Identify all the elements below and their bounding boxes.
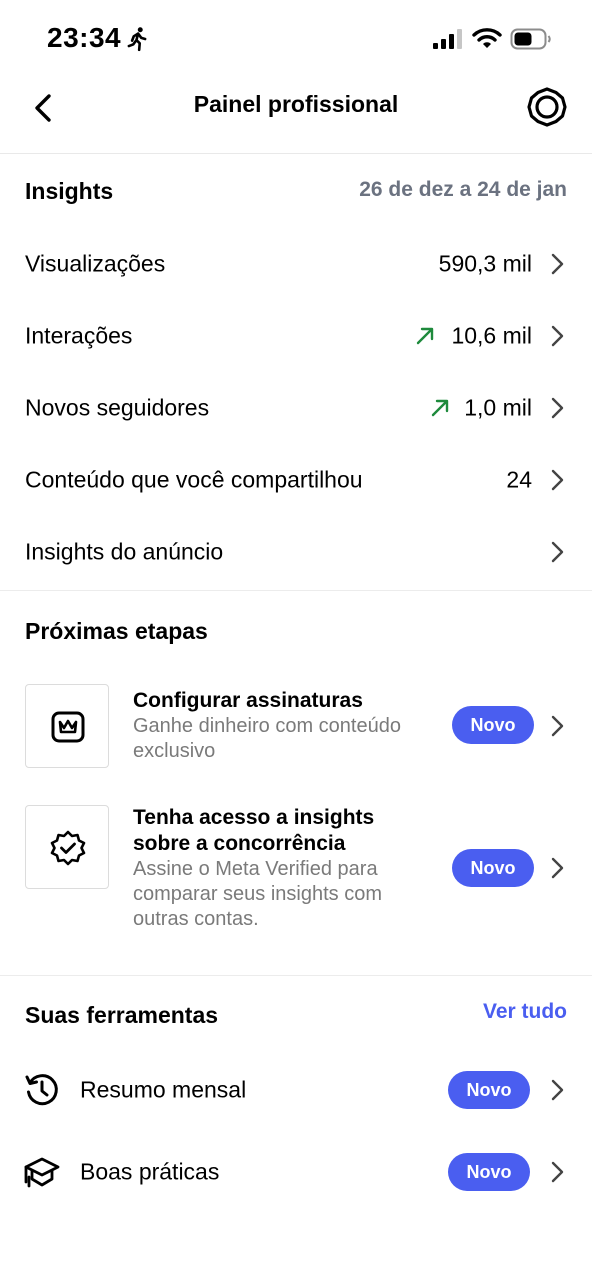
new-badge: Novo	[452, 706, 534, 744]
trend-up-arrow-icon	[431, 399, 449, 417]
date-range: 26 de dez a 24 de jan	[359, 178, 567, 201]
chevron-right-icon	[551, 1079, 564, 1101]
chevron-right-icon	[551, 715, 564, 737]
step-title: Tenha acesso a insights sobre a concorrê…	[133, 806, 375, 855]
insights-section-title: Insights	[25, 178, 114, 204]
verified-badge-icon	[50, 830, 86, 866]
insight-label: Novos seguidores	[25, 394, 210, 421]
insight-value: 590,3 mil	[438, 250, 532, 277]
step-competitor-insights[interactable]: Tenha acesso a insights sobre a concorrê…	[0, 805, 592, 935]
tools-section-title: Suas ferramentas	[25, 1002, 219, 1028]
insight-label: Conteúdo que você compartilhou	[25, 466, 363, 493]
insight-row-interactions[interactable]: Interações 10,6 mil	[0, 306, 592, 366]
insight-label: Insights do anúncio	[25, 538, 224, 565]
chevron-right-icon	[551, 397, 564, 419]
insight-row-ad-insights[interactable]: Insights do anúncio	[0, 522, 592, 582]
insight-row-shared-content[interactable]: Conteúdo que você compartilhou 24	[0, 450, 592, 510]
tool-label: Boas práticas	[80, 1158, 220, 1185]
cellular-signal-icon	[433, 29, 462, 49]
tool-row-monthly-summary[interactable]: Resumo mensal Novo	[0, 1060, 592, 1120]
top-navigation-bar: Painel profissional	[0, 80, 592, 154]
section-divider	[0, 590, 592, 591]
insight-label: Interações	[25, 322, 133, 349]
section-divider	[0, 975, 592, 976]
page-title: Painel profissional	[193, 91, 399, 117]
insight-row-views[interactable]: Visualizações 590,3 mil	[0, 234, 592, 294]
insight-value: 24	[506, 466, 532, 493]
tool-row-best-practices[interactable]: Boas práticas Novo	[0, 1142, 592, 1202]
graduation-cap-icon	[24, 1157, 60, 1188]
status-time: 23:34	[47, 22, 122, 53]
step-configure-subscriptions[interactable]: Configurar assinaturas Ganhe dinheiro co…	[0, 684, 592, 770]
step-icon-box	[25, 805, 109, 889]
step-description: Assine o Meta Verified para comparar seu…	[133, 858, 382, 930]
status-bar: 23:34	[0, 0, 592, 80]
settings-gear-icon[interactable]	[526, 86, 568, 128]
new-badge: Novo	[448, 1153, 530, 1191]
view-all-link[interactable]: Ver tudo	[483, 1000, 567, 1024]
insight-row-new-followers[interactable]: Novos seguidores 1,0 mil	[0, 378, 592, 438]
step-description: Ganhe dinheiro com conteúdo exclusivo	[133, 715, 401, 762]
chevron-right-icon	[551, 541, 564, 563]
step-icon-box	[25, 684, 109, 768]
insight-value: 1,0 mil	[464, 394, 532, 421]
insight-value: 10,6 mil	[451, 322, 532, 349]
chevron-right-icon	[551, 1161, 564, 1183]
chevron-right-icon	[551, 857, 564, 879]
new-badge: Novo	[448, 1071, 530, 1109]
step-title: Configurar assinaturas	[133, 689, 363, 712]
history-icon	[25, 1074, 58, 1106]
new-badge: Novo	[452, 849, 534, 887]
crown-icon	[51, 711, 85, 743]
tool-label: Resumo mensal	[80, 1076, 247, 1103]
battery-icon	[510, 28, 551, 50]
trend-up-arrow-icon	[416, 327, 434, 345]
chevron-right-icon	[551, 325, 564, 347]
chevron-right-icon	[551, 253, 564, 275]
next-steps-section-title: Próximas etapas	[25, 618, 208, 644]
chevron-right-icon	[551, 469, 564, 491]
walking-icon	[127, 27, 147, 52]
wifi-icon	[472, 28, 502, 48]
insight-label: Visualizações	[25, 250, 166, 277]
